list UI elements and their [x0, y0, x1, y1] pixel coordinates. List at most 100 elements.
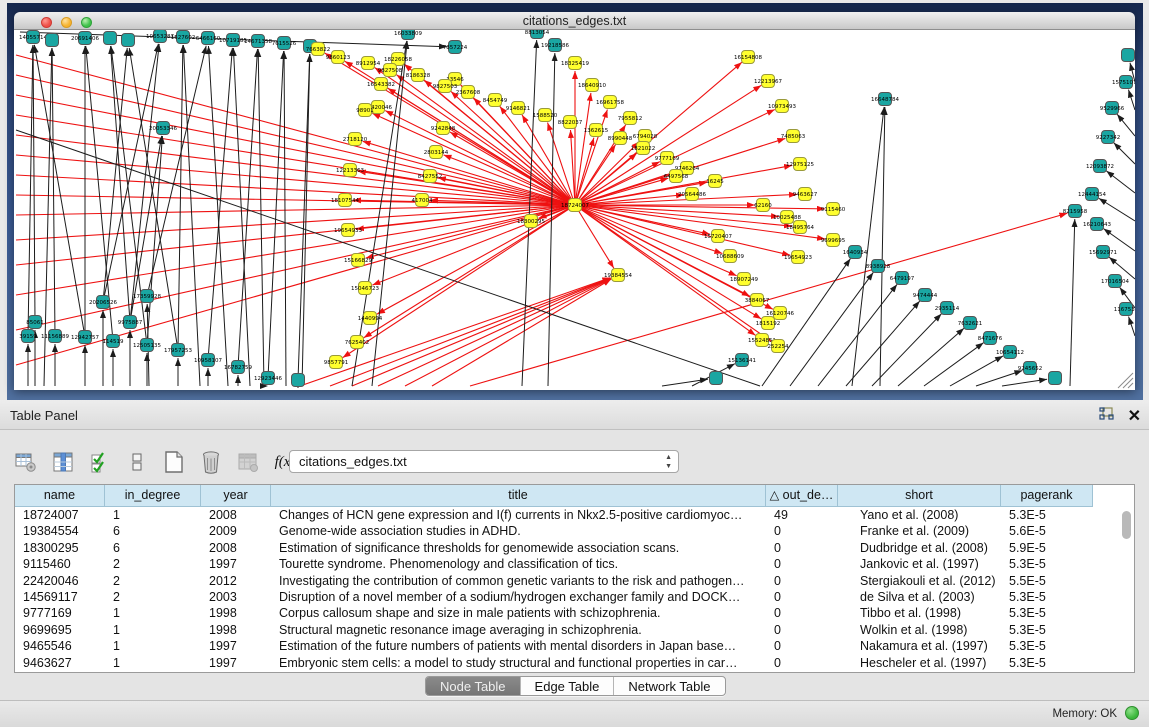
graph-node[interactable]: 18325419	[561, 57, 589, 70]
graph-node[interactable]: 9529966	[1100, 102, 1125, 115]
graph-edge[interactable]	[405, 279, 611, 386]
graph-node[interactable]: 39159	[19, 330, 37, 343]
column-header-short[interactable]: short	[838, 485, 1001, 507]
graph-node[interactable]: 9146821	[506, 102, 531, 115]
table-cell[interactable]: Yano et al. (2008)	[838, 507, 1001, 523]
graph-node[interactable]: 2803144	[424, 146, 449, 159]
table-cell[interactable]: 5.3E-5	[1001, 655, 1093, 671]
table-cell[interactable]: Structural magnetic resonance image aver…	[271, 622, 766, 638]
graph-node[interactable]: 6794028	[633, 130, 658, 143]
table-cell[interactable]: de Silva et al. (2003)	[838, 589, 1001, 605]
graph-edge[interactable]	[208, 46, 228, 386]
table-cell[interactable]: Changes of HCN gene expression and I(f) …	[271, 507, 766, 523]
graph-node[interactable]: 7625402	[345, 336, 370, 349]
table-cell[interactable]: 2003	[201, 589, 271, 605]
graph-edge[interactable]	[33, 45, 35, 322]
graph-node[interactable]: 1527602	[171, 31, 196, 44]
graph-edge[interactable]	[662, 379, 708, 386]
graph-edge[interactable]	[872, 314, 941, 386]
graph-node[interactable]: 20053346	[149, 122, 177, 135]
graph-node[interactable]: 10688609	[716, 250, 744, 263]
graph-node[interactable]: 18640910	[578, 79, 606, 92]
graph-node[interactable]: 10654112	[996, 346, 1024, 359]
table-cell[interactable]: 1	[105, 655, 201, 671]
close-panel-icon[interactable]: ✕	[1128, 410, 1141, 424]
table-cell[interactable]: 18724007	[15, 507, 105, 523]
table-cell[interactable]: 1998	[201, 605, 271, 621]
graph-node[interactable]: 15692971	[1089, 246, 1117, 259]
graph-node[interactable]: 2935114	[935, 302, 960, 315]
graph-node[interactable]: 19654933	[334, 224, 362, 237]
table-cell[interactable]: 0	[766, 556, 838, 572]
table-row[interactable]: 946554611997Estimation of the future num…	[15, 638, 1134, 654]
graph-node[interactable]: 9245652	[1018, 362, 1043, 375]
graph-node[interactable]: 12444154	[1078, 188, 1106, 201]
column-header-name[interactable]: name	[15, 485, 105, 507]
table-cell[interactable]: Wolkin et al. (1998)	[838, 622, 1001, 638]
graph-edge[interactable]	[352, 41, 407, 386]
network-view-window[interactable]: citations_edges.txt 14055714206914061065…	[14, 12, 1135, 390]
table-cell[interactable]: Investigating the contribution of common…	[271, 573, 766, 589]
graph-edge[interactable]	[302, 54, 310, 386]
graph-node[interactable]: 98901	[356, 104, 374, 117]
column-header-year[interactable]: year	[201, 485, 271, 507]
graph-edge[interactable]	[284, 51, 286, 386]
graph-edge[interactable]	[950, 356, 1003, 386]
graph-node[interactable]: 6466160	[196, 32, 221, 45]
table-cell[interactable]: 5.6E-5	[1001, 523, 1093, 539]
graph-node[interactable]: 12923446	[254, 372, 282, 385]
graph-node[interactable]: 16245	[706, 175, 724, 188]
table-cell[interactable]: 1998	[201, 622, 271, 638]
graph-node[interactable]	[292, 374, 305, 387]
graph-edge[interactable]	[52, 48, 55, 336]
graph-node[interactable]: 16543382	[367, 78, 395, 91]
graph-node[interactable]: 18300295	[517, 215, 545, 228]
table-cell[interactable]: 5.3E-5	[1001, 589, 1093, 605]
canvas-resize-grip[interactable]	[1118, 373, 1133, 388]
graph-node[interactable]: 8186328	[406, 69, 431, 82]
graph-node[interactable]: 9227342	[1096, 131, 1121, 144]
graph-edge[interactable]	[898, 328, 964, 386]
table-cell[interactable]: 6	[105, 540, 201, 556]
graph-node[interactable]	[46, 34, 59, 47]
graph-edge[interactable]	[103, 48, 127, 302]
graph-node[interactable]: 16648784	[871, 93, 899, 106]
graph-node[interactable]: 7857224	[443, 41, 468, 54]
graph-node[interactable]: 12213363	[336, 164, 364, 177]
table-cell[interactable]: Nakamura et al. (1997)	[838, 638, 1001, 654]
graph-node[interactable]: 15751074	[1112, 76, 1135, 89]
graph-node[interactable]: 12213967	[754, 75, 782, 88]
graph-node[interactable]: 9857791	[324, 356, 349, 369]
graph-node[interactable]: 12975125	[786, 158, 814, 171]
graph-node[interactable]: 16033809	[394, 30, 422, 40]
graph-edge[interactable]	[1106, 171, 1135, 193]
tab-network-table[interactable]: Network Table	[614, 677, 724, 695]
graph-edge[interactable]	[818, 284, 897, 386]
table-settings-button[interactable]	[14, 450, 38, 474]
table-row[interactable]: 1872400712008Changes of HCN gene express…	[15, 507, 1134, 523]
table-row[interactable]: 946362711997Embryonic stem cells: a mode…	[15, 655, 1134, 671]
graph-edge[interactable]	[16, 205, 575, 295]
graph-edge[interactable]	[1002, 379, 1047, 386]
graph-node[interactable]	[710, 372, 723, 385]
graph-edge[interactable]	[16, 205, 575, 330]
table-cell[interactable]: 5.3E-5	[1001, 507, 1093, 523]
graph-edge[interactable]	[1117, 114, 1135, 136]
graph-edge[interactable]	[268, 51, 284, 378]
table-row[interactable]: 1456911722003Disruption of a novel membe…	[15, 589, 1134, 605]
table-cell[interactable]: Corpus callosum shape and size in male p…	[271, 605, 766, 621]
table-cell[interactable]: 9463627	[15, 655, 105, 671]
graph-edge[interactable]	[183, 45, 200, 386]
column-header-title[interactable]: title	[271, 485, 766, 507]
graph-node[interactable]: 2367608	[456, 86, 481, 99]
table-cell[interactable]: 9115460	[15, 556, 105, 572]
table-cell[interactable]: 0	[766, 655, 838, 671]
table-cell[interactable]: 22420046	[15, 573, 105, 589]
graph-node[interactable]	[122, 34, 135, 47]
graph-node[interactable]: 62160	[754, 199, 772, 212]
graph-node[interactable]: 18107544	[331, 194, 359, 207]
table-cell[interactable]: 1	[105, 638, 201, 654]
graph-node[interactable]: 8822037	[558, 116, 583, 129]
table-cell[interactable]: 0	[766, 573, 838, 589]
graph-node[interactable]: 1821022	[631, 142, 656, 155]
